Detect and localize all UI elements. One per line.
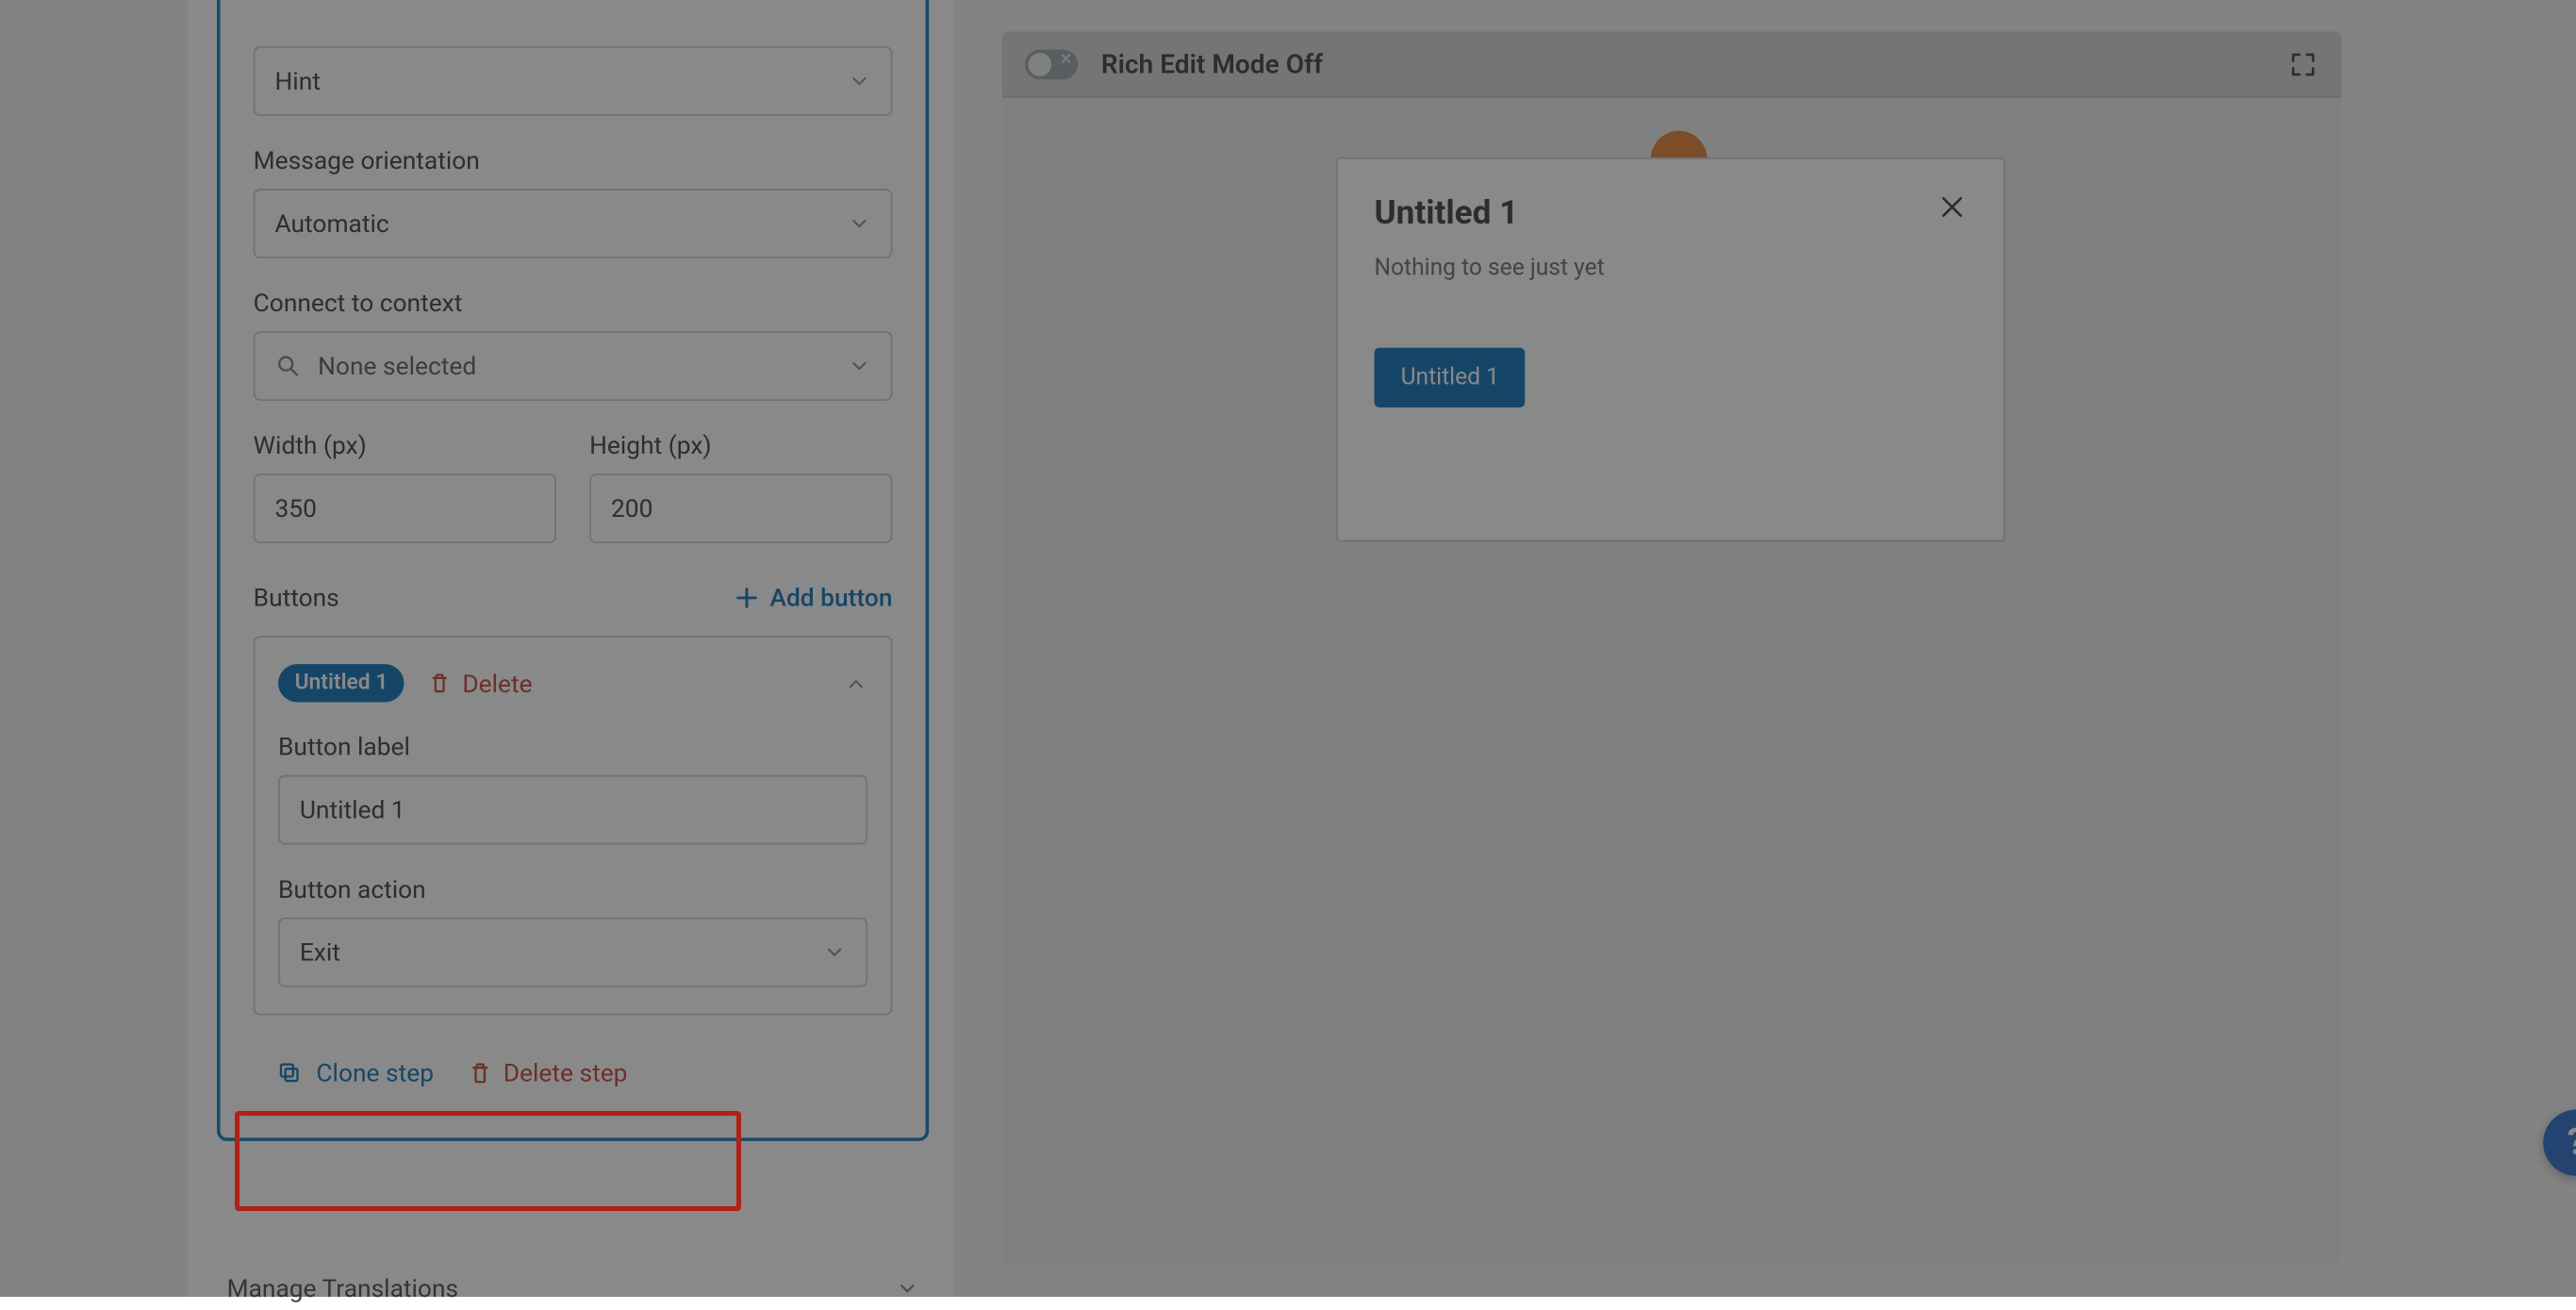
button-action-value: Exit [300, 937, 340, 968]
delete-button[interactable]: Delete [428, 669, 533, 699]
orientation-select[interactable]: Automatic [254, 189, 893, 258]
clone-icon [276, 1060, 303, 1086]
anchor-indicator [1651, 131, 1708, 159]
button-config-card: Untitled 1 Delete Button label Button ac… [254, 636, 893, 1015]
close-icon[interactable] [1938, 192, 1968, 223]
expand-icon[interactable] [2288, 49, 2319, 79]
trash-icon [428, 671, 453, 695]
chevron-down-icon [823, 940, 847, 964]
add-button-label: Add button [769, 583, 892, 613]
context-select[interactable]: None selected [254, 331, 893, 401]
delete-step-button[interactable]: Delete step [467, 1058, 627, 1088]
context-value: None selected [318, 351, 848, 381]
chevron-down-icon [848, 70, 871, 93]
buttons-section-label: Buttons [254, 583, 339, 613]
rich-edit-toggle[interactable] [1025, 49, 1078, 79]
delete-button-label: Delete [462, 669, 532, 699]
hint-type-select[interactable]: Hint [254, 46, 893, 116]
manage-translations-row[interactable]: Manage Translations [217, 1267, 929, 1310]
tooltip-title: Untitled 1 [1374, 192, 1518, 232]
plus-icon [734, 585, 760, 611]
orientation-label: Message orientation [254, 146, 893, 176]
button-label-input[interactable] [278, 775, 867, 845]
button-label-field-label: Button label [278, 732, 867, 762]
help-button[interactable]: ? [2543, 1110, 2576, 1176]
help-icon: ? [2568, 1122, 2576, 1164]
clone-step-label: Clone step [316, 1058, 434, 1088]
button-action-field-label: Button action [278, 874, 867, 904]
clone-step-button[interactable]: Clone step [276, 1058, 434, 1088]
step-config-panel: Hint Message orientation Automatic Conne… [217, 0, 929, 1141]
preview-pane: Rich Edit Mode Off Untitled 1 Nothing to… [1001, 31, 2341, 1265]
preview-tooltip: Untitled 1 Nothing to see just yet Untit… [1336, 158, 2005, 541]
trash-icon [467, 1060, 493, 1086]
chevron-down-icon [848, 355, 871, 378]
add-button[interactable]: Add button [734, 583, 893, 613]
preview-toolbar: Rich Edit Mode Off [1001, 31, 2341, 97]
rich-edit-mode-label: Rich Edit Mode Off [1101, 48, 2265, 79]
step-actions-row: Clone step Delete step [254, 1042, 651, 1105]
button-chip[interactable]: Untitled 1 [278, 664, 405, 702]
width-input[interactable] [254, 473, 556, 543]
tooltip-body: Nothing to see just yet [1374, 255, 1967, 281]
tooltip-action-button[interactable]: Untitled 1 [1374, 348, 1526, 407]
context-label: Connect to context [254, 289, 893, 319]
chevron-down-icon [848, 212, 871, 236]
height-input[interactable] [589, 473, 892, 543]
manage-translations-label: Manage Translations [227, 1273, 459, 1303]
chevron-up-icon[interactable] [845, 672, 868, 695]
search-icon [274, 353, 301, 379]
width-label: Width (px) [254, 431, 556, 461]
hint-type-value: Hint [274, 66, 320, 96]
height-label: Height (px) [589, 431, 892, 461]
delete-step-label: Delete step [504, 1058, 628, 1088]
button-action-select[interactable]: Exit [278, 918, 867, 987]
orientation-value: Automatic [274, 208, 388, 239]
